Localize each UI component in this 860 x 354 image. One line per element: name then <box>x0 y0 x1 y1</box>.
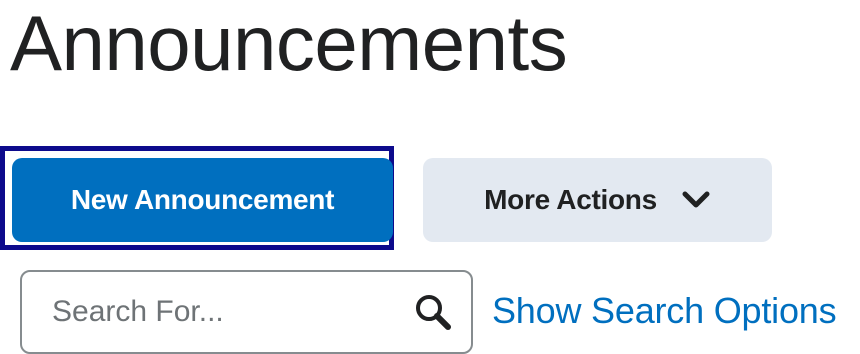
search-box <box>20 270 473 354</box>
search-input[interactable] <box>52 290 392 334</box>
show-search-options-link[interactable]: Show Search Options <box>492 290 837 332</box>
chevron-down-icon <box>682 191 710 208</box>
more-actions-label: More Actions <box>484 184 657 215</box>
new-announcement-label: New Announcement <box>70 184 335 215</box>
new-announcement-button[interactable]: New Announcement <box>12 158 393 242</box>
more-actions-button[interactable]: More Actions <box>423 158 772 242</box>
search-button[interactable] <box>409 288 457 336</box>
search-icon <box>416 295 451 330</box>
page-title: Announcements <box>10 0 568 87</box>
